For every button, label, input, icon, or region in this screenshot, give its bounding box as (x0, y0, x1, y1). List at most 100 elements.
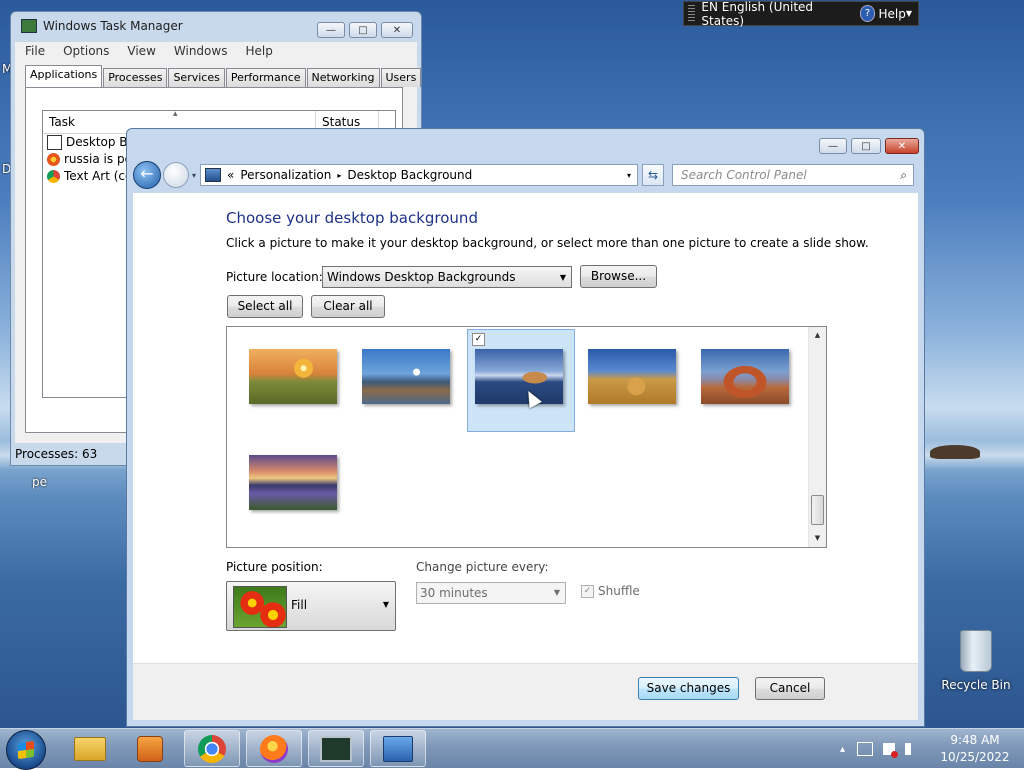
chevron-down-icon: ▼ (553, 588, 560, 597)
cancel-button[interactable]: Cancel (755, 677, 825, 700)
task-manager-minimize-button[interactable]: — (317, 22, 345, 38)
task-manager-close-button[interactable]: ✕ (381, 22, 413, 38)
taskbar-chrome[interactable] (184, 730, 240, 767)
recycle-bin[interactable]: Recycle Bin (940, 630, 1012, 692)
language-bar-help[interactable]: Help (878, 7, 905, 21)
taskbar-explorer[interactable] (62, 730, 118, 767)
change-picture-dropdown[interactable]: 30 minutes ▼ (416, 582, 566, 604)
sort-indicator-icon: ▴ (173, 109, 178, 119)
system-clock[interactable]: 9:48 AM 10/25/2022 (940, 732, 1010, 766)
search-input[interactable]: Search Control Panel ⌕ (672, 164, 915, 186)
taskbar-media-player[interactable] (122, 730, 178, 767)
taskbar-task-manager[interactable] (308, 730, 364, 767)
maximize-button[interactable]: □ (851, 138, 881, 154)
tab-performance[interactable]: Performance (225, 68, 306, 87)
volume-icon[interactable] (905, 743, 923, 755)
tab-networking[interactable]: Networking (306, 68, 380, 87)
task-manager-title: Windows Task Manager (43, 19, 183, 33)
background-thumbnail[interactable] (475, 349, 563, 404)
position-preview-image (233, 586, 287, 628)
background-thumbnail[interactable] (249, 349, 337, 404)
dialog-footer: Save changes Cancel (133, 663, 918, 720)
tab-services[interactable]: Services (168, 68, 225, 87)
taskbar: ▴ 9:48 AM 10/25/2022 (0, 728, 1024, 770)
language-bar-options-icon[interactable]: ▼ (906, 9, 912, 18)
folder-icon (74, 736, 106, 761)
breadcrumb-overflow[interactable]: « (227, 168, 234, 182)
content-area: Choose your desktop background Click a p… (133, 193, 918, 720)
select-all-button[interactable]: Select all (227, 295, 303, 318)
search-icon[interactable]: ⌕ (900, 168, 907, 183)
breadcrumb-personalization[interactable]: Personalization (240, 168, 331, 182)
desktop-icon-label-pe[interactable]: pe (32, 475, 47, 489)
gallery-scrollbar[interactable]: ▲ ▼ (808, 327, 826, 547)
background-thumbnail[interactable] (701, 349, 789, 404)
menu-view[interactable]: View (127, 44, 155, 58)
address-history-dropdown-icon[interactable]: ▾ (627, 171, 631, 180)
breadcrumb-separator-icon[interactable]: ▸ (337, 171, 341, 180)
forward-button[interactable] (163, 162, 189, 188)
save-changes-button[interactable]: Save changes (638, 677, 739, 700)
tab-applications[interactable]: Applications (25, 65, 103, 88)
chrome-icon (47, 170, 60, 183)
shuffle-label: Shuffle (598, 584, 640, 598)
refresh-button[interactable]: ⇆ (642, 164, 665, 186)
task-manager-status-processes: Processes: 63 (15, 447, 98, 461)
browse-button[interactable]: Browse... (580, 265, 657, 288)
picture-position-dropdown[interactable]: Fill ▼ (226, 581, 396, 631)
scroll-down-icon[interactable]: ▼ (809, 530, 826, 547)
shuffle-checkbox[interactable]: ✓ Shuffle (581, 584, 640, 598)
start-button[interactable] (6, 730, 46, 770)
close-button[interactable]: ✕ (885, 138, 919, 154)
control-panel-icon (205, 168, 222, 182)
windows-logo-icon (18, 740, 34, 760)
taskbar-firefox[interactable] (246, 730, 302, 767)
search-placeholder: Search Control Panel (681, 168, 807, 182)
help-icon[interactable]: ? (859, 5, 876, 22)
task-manager-icon (320, 735, 352, 762)
task-manager-app-icon (21, 19, 37, 33)
picture-position-value: Fill (291, 598, 308, 612)
window-icon (47, 135, 62, 150)
background-thumbnail[interactable] (249, 455, 337, 510)
scrollbar-thumb[interactable] (811, 495, 824, 525)
taskbar-control-panel[interactable] (370, 730, 426, 767)
shuffle-check-icon[interactable]: ✓ (581, 584, 594, 598)
back-button[interactable]: ← (133, 161, 161, 189)
minimize-button[interactable]: — (819, 138, 847, 154)
recent-pages-dropdown-icon[interactable]: ▾ (192, 171, 196, 180)
language-indicator[interactable]: EN English (United States) (701, 0, 847, 28)
menu-windows[interactable]: Windows (174, 44, 228, 58)
tab-processes[interactable]: Processes (103, 68, 168, 87)
language-bar[interactable]: EN English (United States) ? Help ▼ (683, 0, 919, 28)
chrome-icon (198, 734, 226, 763)
clock-time: 9:48 AM (950, 733, 1000, 747)
media-player-icon (137, 735, 163, 762)
menu-help[interactable]: Help (245, 44, 272, 58)
background-thumbnail[interactable] (588, 349, 676, 404)
action-center-icon[interactable] (857, 742, 874, 756)
picture-location-label: Picture location: (226, 270, 323, 284)
address-bar[interactable]: « Personalization ▸ Desktop Background ▾ (200, 164, 639, 186)
task-manager-maximize-button[interactable]: □ (349, 22, 377, 38)
scroll-up-icon[interactable]: ▲ (809, 327, 826, 344)
language-bar-grip[interactable] (688, 5, 696, 22)
tab-users[interactable]: Users (380, 68, 422, 87)
desktop-rock (930, 445, 980, 459)
background-thumbnail[interactable] (362, 349, 450, 404)
clock-date: 10/25/2022 (940, 750, 1010, 764)
background-gallery[interactable]: ✓ ▲ ▼ (226, 326, 827, 548)
thumbnail-checkbox[interactable]: ✓ (472, 333, 485, 346)
breadcrumb-desktop-background[interactable]: Desktop Background (347, 168, 472, 182)
menu-options[interactable]: Options (63, 44, 109, 58)
firefox-icon (47, 153, 60, 166)
picture-position-label: Picture position: (226, 560, 323, 574)
recycle-bin-icon[interactable] (960, 630, 992, 672)
network-warning-icon[interactable] (883, 743, 899, 758)
picture-location-dropdown[interactable]: Windows Desktop Backgrounds ▼ (322, 266, 572, 288)
menu-file[interactable]: File (25, 44, 45, 58)
show-hidden-icons[interactable]: ▴ (840, 744, 845, 755)
desktop-background-window[interactable]: — □ ✕ ← ▾ « Personalization ▸ Desktop Ba… (126, 128, 925, 727)
recycle-bin-label: Recycle Bin (941, 678, 1011, 692)
clear-all-button[interactable]: Clear all (311, 295, 385, 318)
